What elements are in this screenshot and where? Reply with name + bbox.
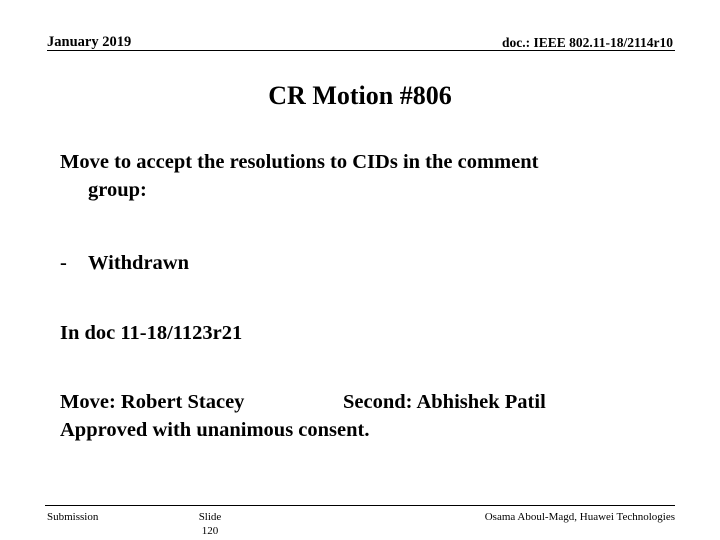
header-doc-reference: doc.: IEEE 802.11-18/2114r10 xyxy=(501,34,673,50)
footer-slide-number: 120 xyxy=(201,524,219,537)
slide-footer-content: Submission Slide 120 Osama Aboul-Magd, H… xyxy=(45,506,675,540)
presentation-slide: January 2019 doc.: IEEE 802.11-18/2114r1… xyxy=(0,0,720,540)
motion-statement-line-1: Move to accept the resolutions to CIDs i… xyxy=(60,151,539,173)
slide-footer: Submission Slide 120 Osama Aboul-Magd, H… xyxy=(45,505,675,540)
motion-statement: Move to accept the resolutions to CIDs i… xyxy=(32,148,635,205)
spacer-after-doc-reference xyxy=(60,347,660,388)
slide-title: CR Motion #806 xyxy=(268,81,452,110)
spacer-after-motion xyxy=(60,205,660,249)
motion-result-line: Approved with unanimous consent. xyxy=(60,419,370,442)
footer-author-affiliation: Osama Aboul-Magd, Huawei Technologies xyxy=(484,511,675,523)
bullet-dash-marker: - xyxy=(60,251,67,274)
slide-body: Move to accept the resolutions to CIDs i… xyxy=(60,148,660,444)
header-date: January 2019 xyxy=(47,33,132,50)
bullet-item-withdrawn: - Withdrawn xyxy=(60,249,660,277)
seconder-name: Second: Abhishek Patil xyxy=(343,391,546,414)
motion-vote-row: Move: Robert Stacey Second: Abhishek Pat… xyxy=(60,388,660,416)
motion-statement-line-2: group: xyxy=(88,179,147,202)
document-reference-line: In doc 11-18/1123r21 xyxy=(60,321,243,344)
slide-header: January 2019 doc.: IEEE 802.11-18/2114r1… xyxy=(47,30,675,51)
bullet-item-label: Withdrawn xyxy=(88,251,190,274)
spacer-after-bullet xyxy=(60,277,660,319)
mover-name: Move: Robert Stacey xyxy=(60,391,245,414)
footer-slide-word: Slide xyxy=(198,511,222,523)
